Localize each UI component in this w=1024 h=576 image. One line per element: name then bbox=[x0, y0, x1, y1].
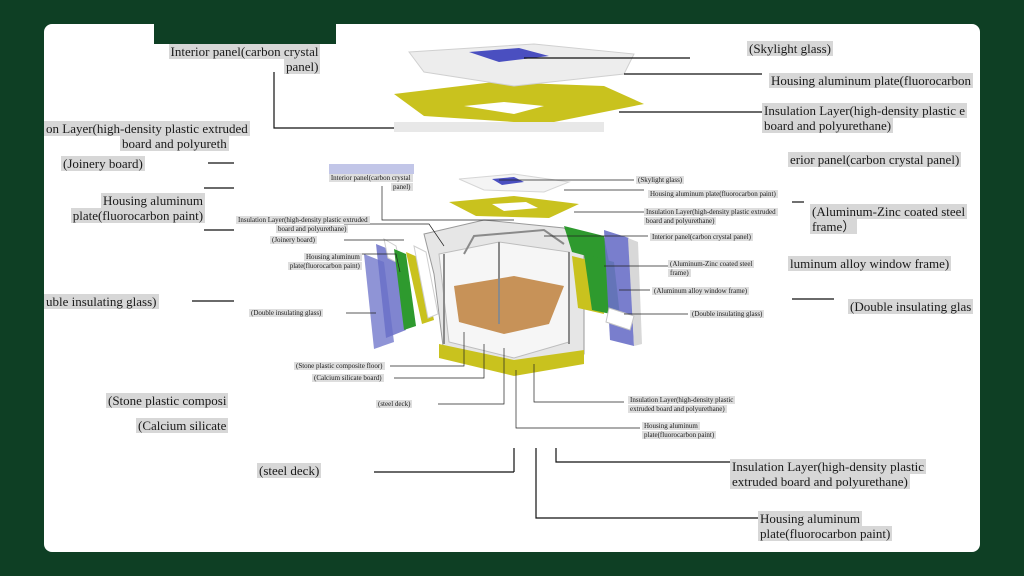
diagram-card: Interior panel(carbon crystal panel) (Sky… bbox=[44, 24, 980, 552]
small-interior-label: Interior panel(carbon crystal panel) bbox=[328, 174, 413, 191]
left-housing-label: Housing aluminum plate(fluorocarbon paint… bbox=[70, 193, 206, 223]
top-skylight-label: (Skylight glass) bbox=[747, 41, 833, 56]
small-steel-label: (steel deck) bbox=[376, 400, 413, 408]
small-insulation-left-label: Insulation Layer(high-density plastic ex… bbox=[236, 216, 370, 233]
left-glass-label: uble insulating glass) bbox=[44, 294, 159, 309]
small-skylight-label: (Skylight glass) bbox=[636, 176, 685, 184]
small-stone-label: (Stone plastic composite floor) bbox=[294, 362, 385, 370]
top-housing-label: Housing aluminum plate(fluorocarbon bbox=[769, 73, 974, 88]
small-glass-left-label: (Double insulating glass) bbox=[249, 309, 324, 317]
small-glass-right-label: (Double insulating glass) bbox=[690, 310, 765, 318]
right-alzn-label: (Aluminum-Zinc coated steel frame） bbox=[810, 204, 968, 234]
small-alzn-label: (Aluminum-Zinc coated steel frame) bbox=[668, 260, 755, 277]
small-housing-left-label: Housing aluminum plate(fluorocarbon paint… bbox=[287, 253, 362, 270]
small-interior-right-label: Interior panel(carbon crystal panel) bbox=[650, 233, 753, 241]
left-calcium-label: (Calcium silicate bbox=[136, 418, 229, 433]
left-insulation-label: on Layer(high-density plastic extruded bo… bbox=[44, 121, 250, 151]
right-window-label: luminum alloy window frame) bbox=[788, 256, 952, 271]
top-insulation-label: Insulation Layer(high-density plastic eb… bbox=[762, 103, 968, 133]
small-calcium-label: (Calcium silicate board) bbox=[312, 374, 384, 382]
top-insulation-layer bbox=[394, 82, 644, 124]
top-interior-panel-label: Interior panel(carbon crystal panel) bbox=[168, 44, 321, 74]
bottom-steel-label: (steel deck) bbox=[257, 463, 322, 478]
left-stone-label: (Stone plastic composi bbox=[106, 393, 229, 408]
left-joinery-label: (Joinery board) bbox=[61, 156, 145, 171]
right-glass-label: (Double insulating glas bbox=[848, 299, 974, 314]
small-insulation-bottom-label: Insulation Layer(high-density plastic ext… bbox=[628, 396, 736, 413]
bottom-insulation-label: Insulation Layer(high-density plastic ext… bbox=[730, 459, 927, 489]
small-housing-label: Housing aluminum plate(fluorocarbon pain… bbox=[648, 190, 778, 198]
small-window-label: (Aluminum alloy window frame) bbox=[652, 287, 750, 295]
bottom-housing-label: Housing aluminum plate(fluorocarbon paint… bbox=[758, 511, 893, 541]
right-interior-label: erior panel(carbon crystal panel) bbox=[788, 152, 962, 167]
small-insulation-right-label: Insulation Layer(high-density plastic ex… bbox=[644, 208, 778, 225]
central-cabin bbox=[329, 164, 642, 376]
small-joinery-label: (Joinery board) bbox=[270, 236, 317, 244]
small-housing-bottom-label: Housing aluminum plate(fluorocarbon paint… bbox=[642, 422, 717, 439]
top-roof-assembly bbox=[394, 43, 644, 132]
